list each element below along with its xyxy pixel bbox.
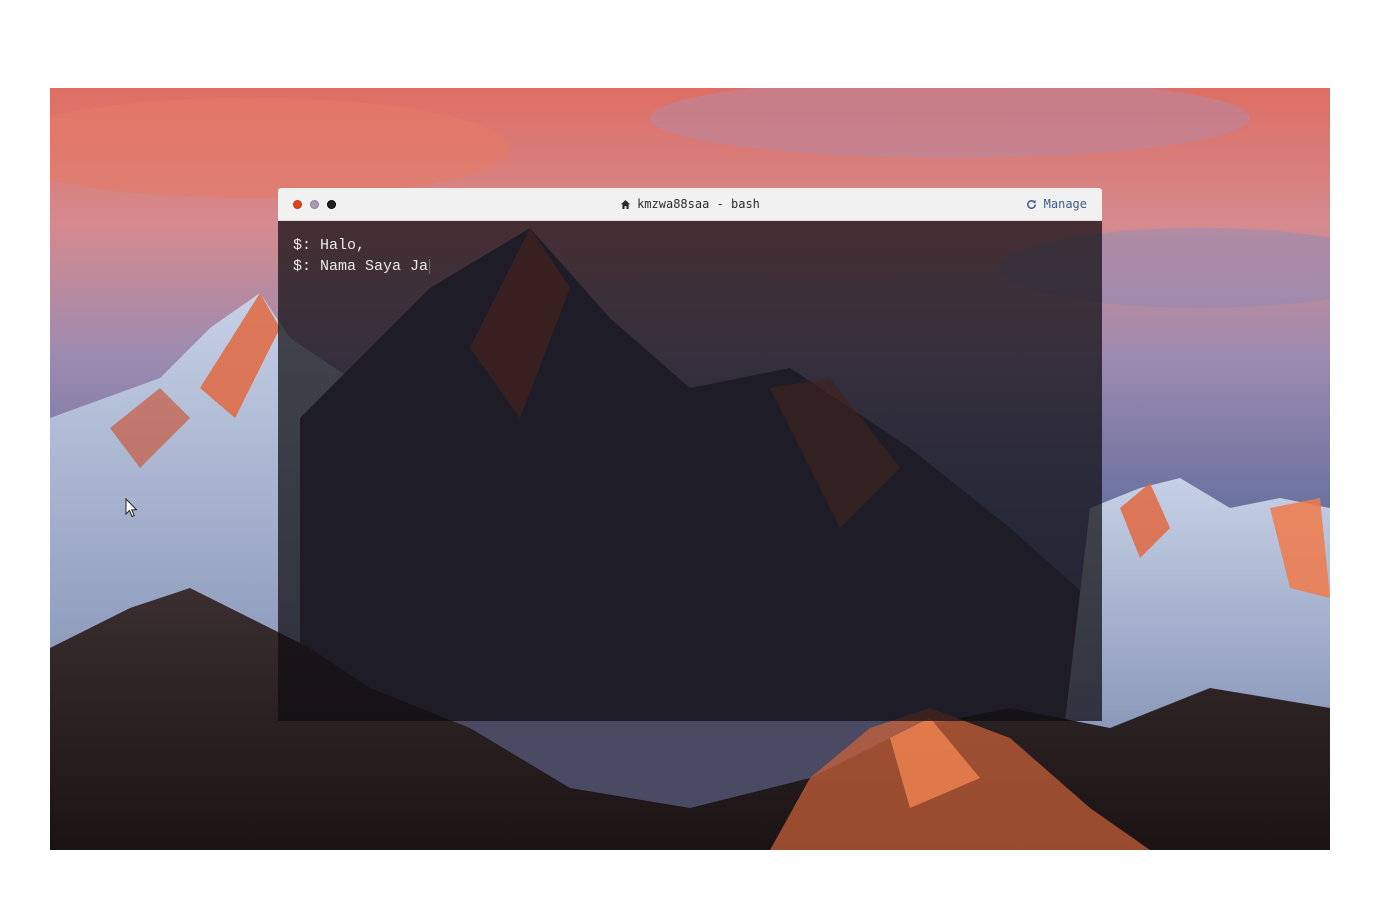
text-cursor — [429, 259, 431, 274]
manage-label: Manage — [1043, 197, 1087, 211]
window-title-text: kmzwa88saa - bash — [637, 197, 760, 211]
mouse-pointer-icon — [125, 498, 138, 518]
home-icon — [621, 199, 631, 209]
terminal-window[interactable]: kmzwa88saa - bash Manage $: Halo, $: Nam… — [278, 188, 1102, 721]
terminal-line: $: Nama Saya Ja — [293, 256, 431, 277]
terminal-line: $: Halo, — [293, 235, 430, 256]
terminal-line-text: Halo, — [320, 237, 366, 254]
manage-button[interactable]: Manage — [1026, 188, 1087, 220]
window-titlebar[interactable]: kmzwa88saa - bash Manage — [278, 188, 1102, 221]
window-title: kmzwa88saa - bash — [278, 188, 1102, 220]
refresh-icon — [1026, 199, 1036, 209]
terminal-line-text: Nama Saya Ja — [320, 258, 429, 275]
prompt-symbol: $: — [293, 237, 312, 254]
terminal-output[interactable]: $: Halo, $: Nama Saya Ja — [278, 221, 1102, 721]
prompt-symbol: $: — [293, 258, 312, 275]
